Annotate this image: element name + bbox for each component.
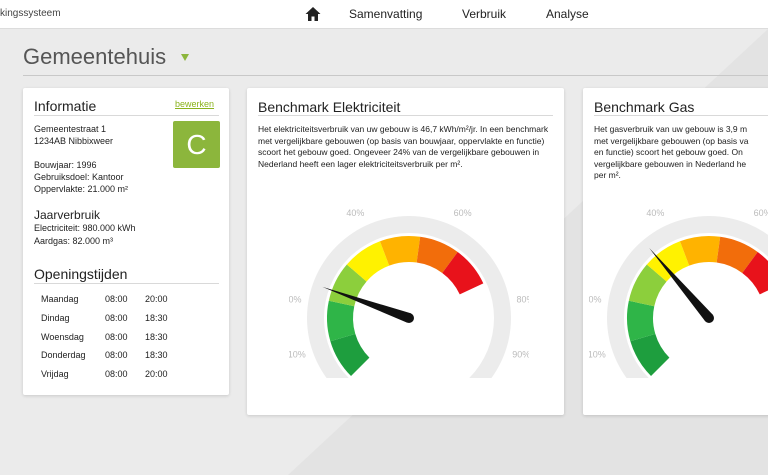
gas-gauge-tick-label: 20%: [589, 295, 601, 305]
info-divider: [34, 115, 219, 116]
elec-gauge-hub: [404, 313, 414, 323]
gas-description-line: en functie) scoort het gebouw goed. On: [594, 147, 743, 157]
electricity-gauge: 0%10%20%40%60%80%90%100%: [289, 208, 529, 378]
gas-gauge-tick-label: 60%: [754, 208, 768, 218]
gas-title: Benchmark Gas: [594, 99, 695, 115]
gas-divider: [594, 115, 768, 116]
hours-close: 20:00: [145, 369, 168, 379]
elec-description: Het elektriciteitsverbruik van uw gebouw…: [258, 124, 549, 169]
info-card: Informatie bewerken Gemeentestraat 1 123…: [23, 88, 229, 395]
electriciteit-value: Electriciteit: 980.000 kWh: [34, 223, 136, 233]
hours-open: 08:00: [105, 369, 128, 379]
gas-gauge: 0%10%20%40%60%80%90%100%: [589, 208, 768, 378]
edit-link[interactable]: bewerken: [175, 99, 214, 109]
gas-gauge-hub: [704, 313, 714, 323]
nav-samenvatting[interactable]: Samenvatting: [349, 7, 422, 21]
nav-verbruik[interactable]: Verbruik: [462, 7, 506, 21]
elec-gauge-tick-label: 90%: [512, 349, 529, 359]
elec-gauge-tick-label: 80%: [517, 295, 529, 305]
brand-name: kingssysteem: [0, 8, 61, 19]
aardgas-value: Aardgas: 82.000 m³: [34, 236, 114, 246]
hours-day: Donderdag: [41, 350, 86, 360]
gebruiksdoel: Gebruiksdoel: Kantoor: [34, 172, 124, 182]
elec-title: Benchmark Elektriciteit: [258, 99, 401, 115]
gas-gauge-tick-label: 40%: [646, 208, 664, 218]
hours-close: 18:30: [145, 313, 168, 323]
address-line-2: 1234AB Nibbixweer: [34, 136, 114, 146]
gas-description-line: Het gasverbruik van uw gebouw is 3,9 m: [594, 124, 748, 134]
elec-gauge-tick-label: 40%: [346, 208, 364, 218]
elec-gauge-tick-label: 20%: [289, 295, 301, 305]
title-divider: [23, 75, 768, 76]
hours-open: 08:00: [105, 350, 128, 360]
bouwjaar: Bouwjaar: 1996: [34, 160, 97, 170]
elec-gauge-tick-label: 10%: [289, 349, 306, 359]
hours-row: Woensdag 08:00 18:30: [41, 332, 181, 344]
hours-row: Dindag 08:00 18:30: [41, 313, 181, 325]
page-title: Gemeentehuis: [23, 44, 167, 69]
elec-gauge-tick-label: 60%: [454, 208, 472, 218]
hours-close: 18:30: [145, 350, 168, 360]
hours-open: 08:00: [105, 294, 128, 304]
gas-description-line: vergelijkbare gebouwen in Nederland he: [594, 158, 747, 169]
hours-row: Donderdag 08:00 18:30: [41, 350, 181, 362]
hours-row: Maandag 08:00 20:00: [41, 294, 181, 306]
gas-description-line: per m².: [594, 170, 621, 180]
hours-open: 08:00: [105, 332, 128, 342]
gas-gauge-tick-label: 10%: [589, 349, 606, 359]
hours-day: Dindag: [41, 313, 70, 323]
top-navigation-bar: kingssysteem Samenvatting Verbruik Analy…: [0, 0, 768, 29]
hours-close: 18:30: [145, 332, 168, 342]
benchmark-electricity-card: Benchmark Elektriciteit Het elektricitei…: [247, 88, 564, 415]
hours-day: Maandag: [41, 294, 79, 304]
openingstijden-divider: [34, 283, 219, 284]
hours-close: 20:00: [145, 294, 168, 304]
hours-open: 08:00: [105, 313, 128, 323]
elec-divider: [258, 115, 553, 116]
info-title: Informatie: [34, 98, 97, 114]
energy-label-badge: C: [173, 121, 220, 168]
gas-description-line: met vergelijkbare gebouwen (op basis va: [594, 135, 749, 146]
oppervlakte: Oppervlakte: 21.000 m²: [34, 184, 129, 194]
hours-row: Vrijdag 08:00 20:00: [41, 369, 181, 381]
hours-day: Woensdag: [41, 332, 84, 342]
benchmark-gas-card: Benchmark Gas Het gasverbruik van uw geb…: [583, 88, 768, 415]
hours-day: Vrijdag: [41, 369, 69, 379]
nav-analyse[interactable]: Analyse: [546, 7, 589, 21]
building-dropdown-icon[interactable]: [180, 52, 190, 62]
openingstijden-title: Openingstijden: [34, 266, 128, 282]
address-line-1: Gemeentestraat 1: [34, 124, 107, 134]
jaarverbruik-title: Jaarverbruik: [34, 208, 101, 222]
home-icon[interactable]: [304, 5, 322, 23]
